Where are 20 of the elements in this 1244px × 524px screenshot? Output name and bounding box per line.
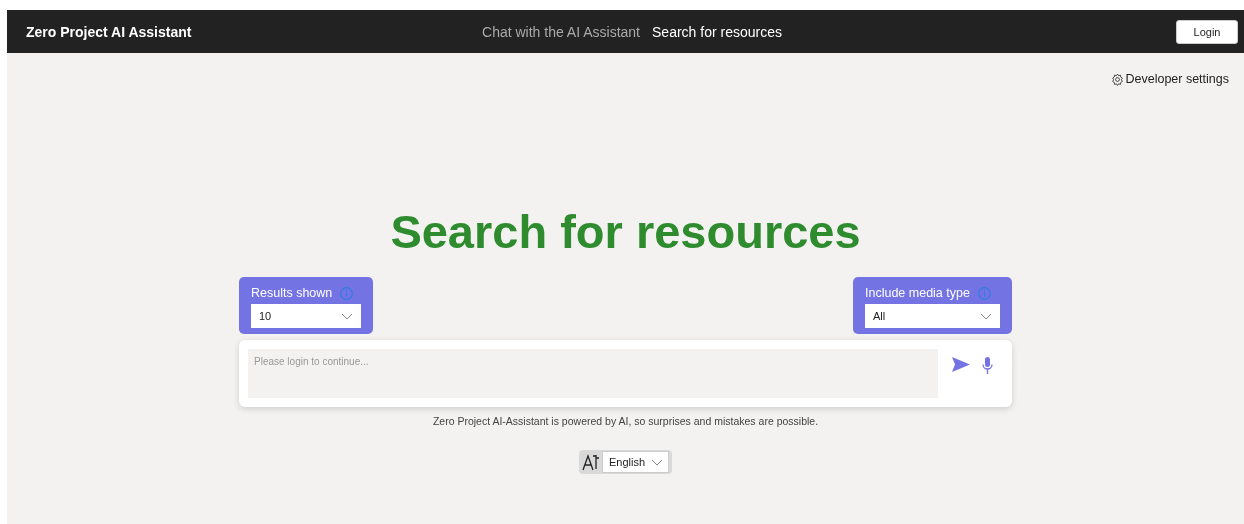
chevron-down-icon (980, 312, 992, 320)
translate-icon (581, 453, 600, 472)
dropdown[interactable]: All (865, 304, 1000, 329)
page-heading: Search for resources (390, 204, 861, 260)
chevron-down-icon (651, 458, 664, 466)
filter-label: Include media type (865, 286, 970, 301)
filter-label: Results shown (251, 286, 333, 301)
chevron-down-icon (341, 312, 353, 320)
send-icon[interactable] (952, 357, 970, 373)
microphone-icon[interactable] (982, 357, 993, 375)
search-field[interactable]: Please login to continue... (248, 349, 938, 399)
nav-tab[interactable]: Search for resources (652, 23, 782, 40)
nav-tab[interactable]: Chat with the AI Assistant (482, 23, 640, 40)
disclaimer-text: Zero Project AI-Assistant is powered by AI, so surprises and mistakes are possible. (432, 415, 819, 428)
developer-settings-link[interactable]: Developer settings (1111, 72, 1229, 86)
login-button[interactable]: Login (1176, 19, 1238, 44)
settings-icon (1111, 72, 1125, 86)
language-dropdown[interactable]: English (601, 451, 670, 474)
dropdown[interactable]: 10 (251, 304, 361, 329)
app-title: Zero Project AI Assistant (26, 23, 193, 40)
